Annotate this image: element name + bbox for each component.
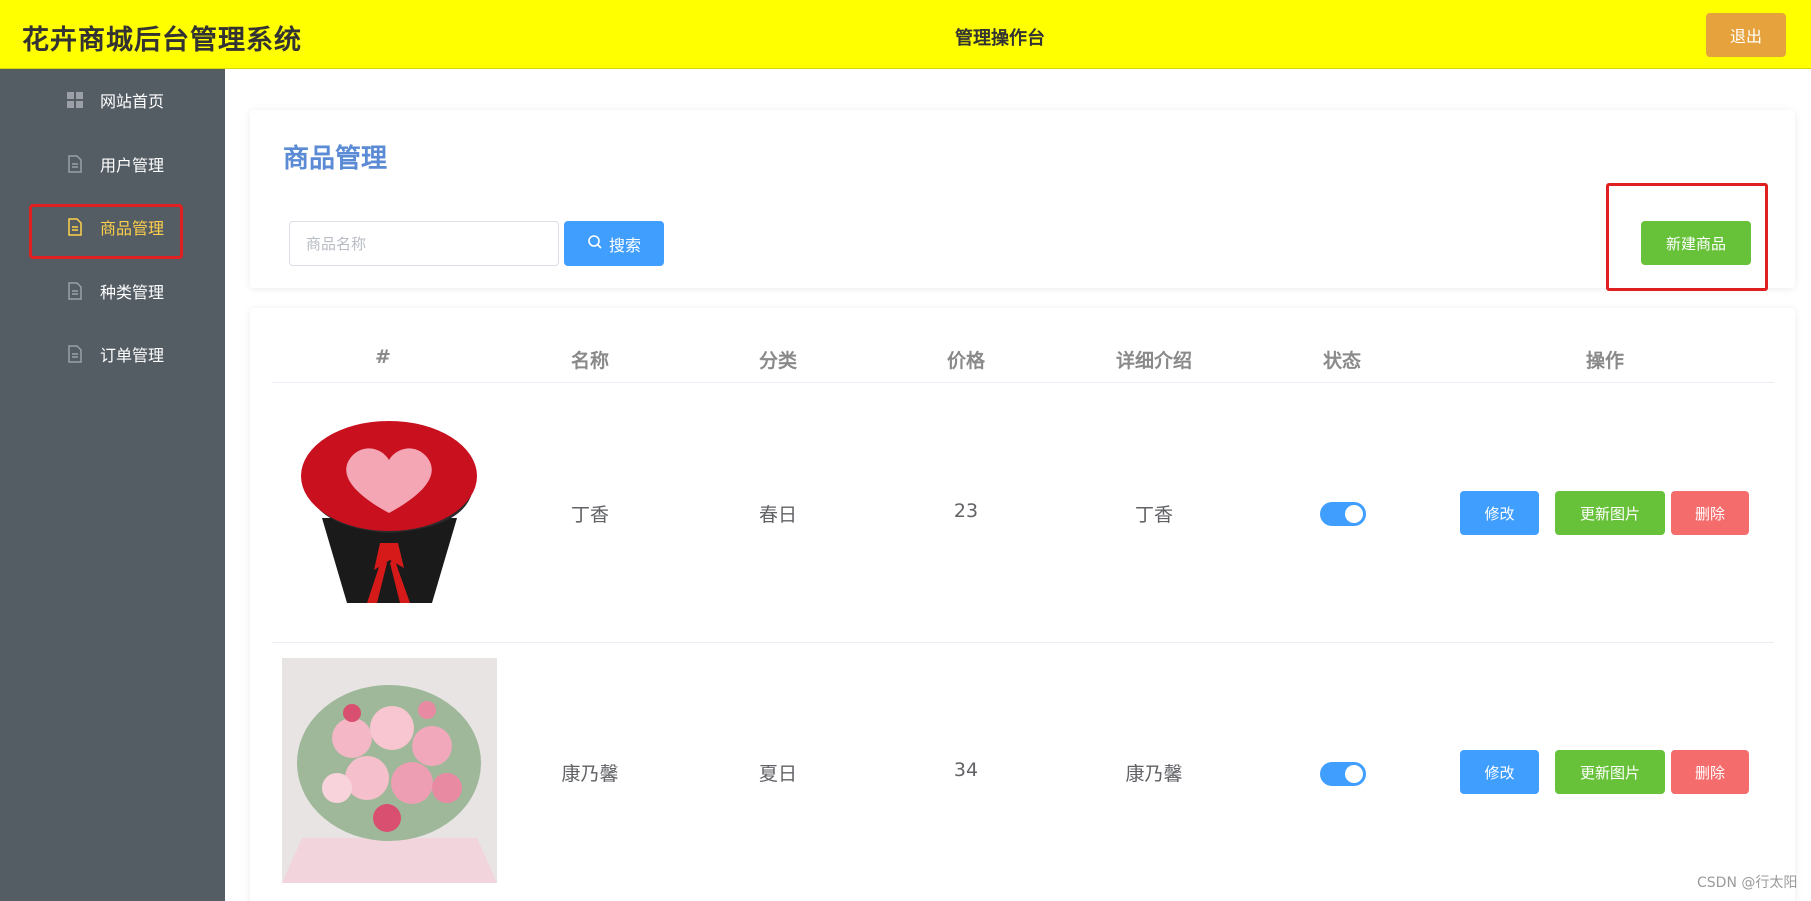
sidebar: 网站首页 用户管理 商品管理 种类管理 订单管理	[0, 69, 225, 901]
sidebar-item-products[interactable]: 商品管理	[0, 199, 225, 255]
sidebar-item-home[interactable]: 网站首页	[0, 72, 225, 128]
product-price: 34	[953, 759, 979, 781]
product-description: 丁香	[1134, 504, 1173, 526]
top-header: 花卉商城后台管理系统 管理操作台 退出	[0, 0, 1811, 69]
logout-button[interactable]: 退出	[1706, 13, 1786, 57]
update-image-button[interactable]: 更新图片	[1555, 491, 1665, 535]
sidebar-item-users[interactable]: 用户管理	[0, 136, 225, 192]
search-button[interactable]: 搜索	[564, 221, 664, 266]
delete-button[interactable]: 删除	[1671, 750, 1749, 794]
status-toggle[interactable]	[1320, 762, 1366, 786]
product-table: # 名称 分类 价格 详细介绍 状态 操作 丁香 春日 23 丁香 修改 更新图…	[250, 308, 1795, 901]
sidebar-item-label: 种类管理	[100, 283, 165, 302]
edit-button[interactable]: 修改	[1460, 750, 1539, 794]
new-product-button[interactable]: 新建商品	[1641, 221, 1751, 265]
column-header: 详细介绍	[1115, 350, 1192, 372]
product-description: 康乃馨	[1125, 763, 1183, 785]
sidebar-item-categories[interactable]: 种类管理	[0, 263, 225, 319]
document-icon	[66, 345, 84, 363]
product-image	[282, 658, 497, 883]
document-icon	[66, 218, 84, 236]
document-icon	[66, 155, 84, 173]
column-header: 名称	[570, 350, 609, 372]
sidebar-item-label: 订单管理	[100, 346, 165, 365]
product-name: 康乃馨	[561, 763, 619, 785]
product-category: 春日	[758, 504, 797, 526]
column-header: 状态	[1322, 350, 1361, 372]
page-title: 商品管理	[283, 144, 388, 174]
sidebar-item-label: 用户管理	[100, 156, 165, 175]
document-icon	[66, 282, 84, 300]
column-header: 操作	[1585, 350, 1624, 372]
status-toggle[interactable]	[1320, 502, 1366, 526]
product-name: 丁香	[570, 504, 609, 526]
sidebar-item-label: 商品管理	[100, 219, 165, 238]
search-icon	[587, 234, 603, 254]
search-button-label: 搜索	[608, 235, 641, 255]
column-header: 分类	[758, 350, 797, 372]
app-title: 花卉商城后台管理系统	[22, 25, 302, 56]
row-divider	[272, 642, 1774, 643]
delete-button[interactable]: 删除	[1671, 491, 1749, 535]
column-header: #	[375, 346, 391, 368]
watermark: CSDN @行太阳	[1697, 875, 1798, 891]
sidebar-item-orders[interactable]: 订单管理	[0, 326, 225, 382]
column-header: 价格	[946, 350, 985, 372]
grid-icon	[66, 91, 84, 109]
edit-button[interactable]: 修改	[1460, 491, 1539, 535]
product-category: 夏日	[758, 763, 797, 785]
product-image	[282, 398, 497, 623]
toolbar-card: 商品管理 搜索 新建商品	[250, 110, 1795, 291]
console-title: 管理操作台	[955, 28, 1045, 49]
product-price: 23	[953, 500, 979, 522]
search-input[interactable]	[289, 221, 559, 266]
sidebar-item-label: 网站首页	[100, 92, 165, 111]
update-image-button[interactable]: 更新图片	[1555, 750, 1665, 794]
header-divider	[272, 382, 1774, 383]
